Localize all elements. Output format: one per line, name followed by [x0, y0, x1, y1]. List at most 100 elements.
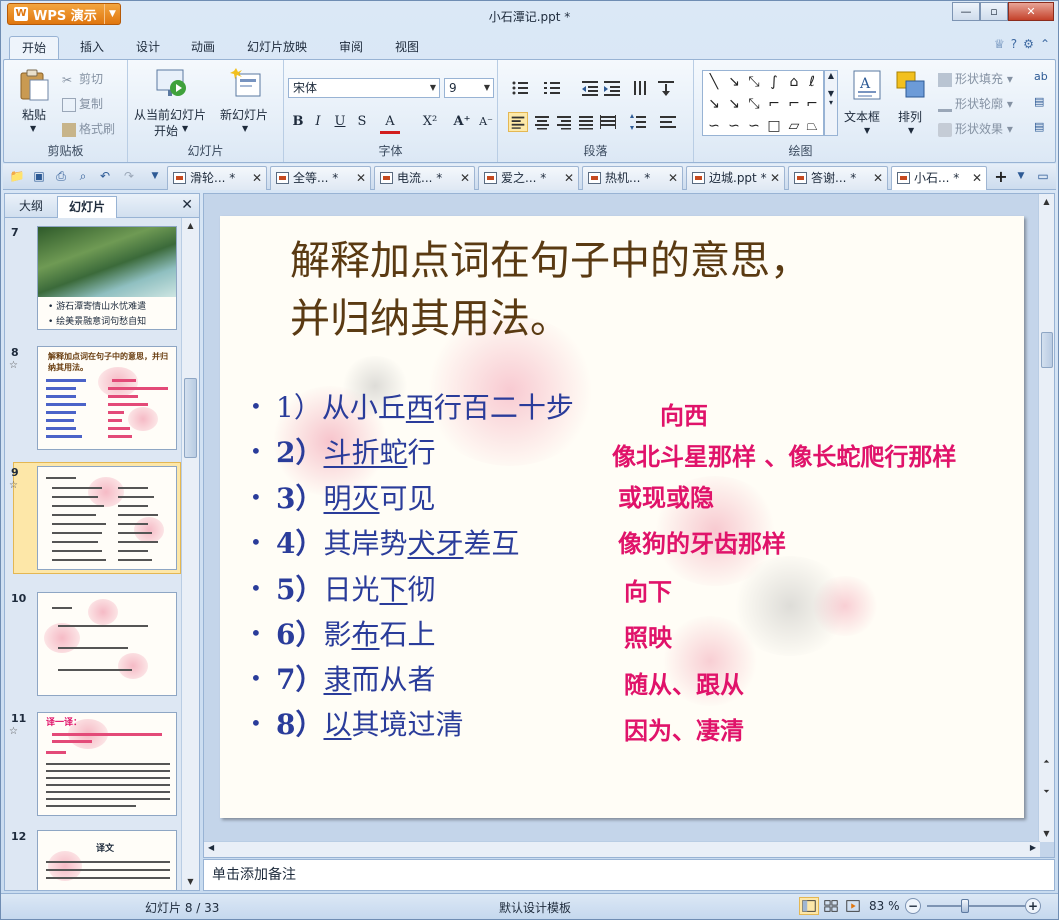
- doc-tab-active[interactable]: 小石... * ✕: [891, 166, 987, 190]
- shrink-font-button[interactable]: A⁻: [476, 112, 496, 132]
- window-layout-icon[interactable]: ▭: [1035, 168, 1051, 184]
- shape-outline-button[interactable]: 形状轮廓 ▾: [938, 95, 1013, 112]
- scroll-up-arrow-icon[interactable]: ▲: [1039, 194, 1054, 210]
- answer-8[interactable]: 因为、凄清: [624, 711, 744, 746]
- grow-font-button[interactable]: A⁺: [452, 112, 472, 132]
- cut-button[interactable]: ✂ 剪切: [62, 70, 103, 87]
- scroll-right-arrow-icon[interactable]: ▶: [1030, 843, 1036, 852]
- answer-3[interactable]: 或现或隐: [618, 478, 714, 513]
- step-arrow-icon[interactable]: ⌐: [785, 95, 803, 113]
- tab-outline[interactable]: 大纲: [9, 196, 53, 218]
- exercise-item-3[interactable]: • 3）明灭可见: [250, 477, 436, 521]
- maximize-button[interactable]: ▫: [980, 2, 1008, 21]
- textbox-button[interactable]: A 文本框 ▼: [844, 66, 890, 142]
- curve-shape-icon[interactable]: ∫: [765, 73, 783, 91]
- elbow-arrow-icon[interactable]: ↘: [725, 95, 743, 113]
- align-text-icon[interactable]: [656, 78, 676, 98]
- rectangle-shape-icon[interactable]: □: [765, 117, 783, 135]
- thumbnail-scrollbar[interactable]: ▲ ▼: [181, 218, 199, 890]
- normal-view-icon[interactable]: [799, 897, 819, 915]
- previous-slide-icon[interactable]: ⏶: [1039, 754, 1054, 770]
- font-size-select[interactable]: 9 ▼: [444, 78, 494, 98]
- text-fill-icon[interactable]: ▤: [1034, 120, 1044, 133]
- align-center-icon[interactable]: [532, 112, 552, 132]
- shapes-gallery-scroll[interactable]: ▲ ▼ ▾: [824, 70, 838, 136]
- tab-home[interactable]: 开始: [9, 36, 59, 60]
- paragraph-settings-icon[interactable]: [658, 112, 678, 132]
- step-double-arrow-icon[interactable]: ⌐: [803, 95, 821, 113]
- tab-view[interactable]: 视图: [383, 36, 431, 60]
- shapes-gallery[interactable]: ╲ ↘ ⤡ ∫ ⌂ ℓ ↘ ↘ ⤡ ⌐ ⌐ ⌐ ∽ ∽ ∽ □ ▱ ⏢: [702, 70, 824, 136]
- close-icon[interactable]: ✕: [668, 167, 678, 189]
- doc-tab-7[interactable]: 答谢... * ✕: [788, 166, 888, 190]
- doc-tab-3[interactable]: 电流... * ✕: [374, 166, 475, 190]
- step-connector-icon[interactable]: ⌐: [765, 95, 783, 113]
- scroll-down-arrow-icon[interactable]: ▼: [182, 874, 199, 890]
- options-icon[interactable]: ⚙: [1023, 37, 1034, 51]
- doc-tab-6[interactable]: 边城.ppt * ✕: [686, 166, 785, 190]
- close-icon[interactable]: ✕: [460, 167, 470, 189]
- scroll-down-arrow-icon[interactable]: ▼: [1039, 826, 1054, 842]
- answer-4[interactable]: 像狗的牙齿那样: [618, 524, 786, 559]
- zoom-out-button[interactable]: −: [905, 898, 921, 914]
- superscript-button[interactable]: X²: [420, 112, 440, 132]
- scroll-left-arrow-icon[interactable]: ◀: [208, 843, 214, 852]
- close-icon[interactable]: ✕: [564, 167, 574, 189]
- arrow-shape-icon[interactable]: ↘: [725, 73, 743, 91]
- open-folder-icon[interactable]: 📁: [9, 168, 25, 184]
- line-shape-icon[interactable]: ╲: [705, 73, 723, 91]
- help-icon[interactable]: ?: [1011, 37, 1017, 51]
- zoom-slider-track[interactable]: [927, 905, 1025, 907]
- tab-review[interactable]: 审阅: [327, 36, 375, 60]
- scroll-up-arrow-icon[interactable]: ▲: [182, 218, 199, 234]
- exercise-item-4[interactable]: • 4）其岸势犬牙差互: [250, 522, 520, 566]
- doc-tab-2[interactable]: 全等... * ✕: [270, 166, 371, 190]
- doc-tab-4[interactable]: 爱之... * ✕: [478, 166, 579, 190]
- curved-double-arrow-icon[interactable]: ∽: [745, 117, 763, 135]
- close-icon[interactable]: ✕: [873, 167, 883, 189]
- scrollbar-thumb[interactable]: [1041, 332, 1053, 368]
- close-icon[interactable]: ✕: [356, 167, 366, 189]
- answer-7[interactable]: 随从、跟从: [624, 665, 744, 700]
- slide-title[interactable]: 解释加点词在句子中的意思， 并归纳其用法。: [290, 232, 990, 348]
- ribbon-collapse-icon[interactable]: ⌃: [1040, 37, 1050, 51]
- decrease-indent-icon[interactable]: [580, 78, 600, 98]
- answer-2[interactable]: 像北斗星那样 、像长蛇爬行那样: [612, 437, 956, 472]
- bold-button[interactable]: B: [288, 112, 308, 132]
- exercise-item-8[interactable]: • 8）以其境过清: [250, 703, 464, 747]
- text-outline-icon[interactable]: ▤: [1034, 95, 1044, 108]
- tab-slides[interactable]: 幻灯片: [57, 196, 117, 218]
- distribute-icon[interactable]: [598, 112, 618, 132]
- save-icon[interactable]: ▣: [31, 168, 47, 184]
- shape-fill-button[interactable]: 形状填充 ▾: [938, 70, 1013, 87]
- underline-button[interactable]: U: [330, 112, 350, 132]
- current-slide[interactable]: 解释加点词在句子中的意思， 并归纳其用法。 • 1）从小丘西行百二十步 • 2）斗折…: [220, 216, 1024, 818]
- curved-connector-icon[interactable]: ∽: [705, 117, 723, 135]
- close-icon[interactable]: ✕: [252, 167, 262, 189]
- connector-icon[interactable]: ⤡: [745, 95, 763, 113]
- arrange-button[interactable]: 排列 ▼: [892, 66, 932, 142]
- bullet-list-icon[interactable]: [510, 78, 530, 98]
- font-name-select[interactable]: 宋体 ▼: [288, 78, 440, 98]
- print-icon[interactable]: ⎙: [53, 168, 69, 184]
- play-from-current-button[interactable]: 从当前幻灯片 开始 ▼: [132, 64, 212, 142]
- slide-thumbnail-8[interactable]: 解释加点词在句子中的意思，并归纳其用法。: [37, 346, 177, 450]
- editor-horizontal-scrollbar[interactable]: ◀ ▶: [204, 841, 1040, 857]
- tab-animation[interactable]: 动画: [178, 36, 228, 60]
- exercise-item-1[interactable]: • 1）从小丘西行百二十步: [250, 386, 574, 430]
- line-spacing-icon[interactable]: [628, 112, 648, 132]
- scrollbar-thumb[interactable]: [184, 378, 197, 458]
- slideshow-view-icon[interactable]: [843, 897, 863, 915]
- align-left-icon[interactable]: [508, 112, 528, 132]
- slide-thumbnail-12[interactable]: 译文: [37, 830, 177, 890]
- slide-thumbnail-11[interactable]: 译一译：: [37, 712, 177, 816]
- skin-icon[interactable]: ♕: [994, 37, 1005, 51]
- customize-toolbar-icon[interactable]: ▼: [147, 168, 163, 184]
- slide-thumbnail-list[interactable]: 7 • 游石潭寄情山水忧难遣 • 绘美景融意词句愁自知 8 ☆ 解释加点词在句子…: [5, 218, 181, 890]
- trapezoid-shape-icon[interactable]: ⏢: [803, 117, 821, 135]
- slide-thumbnail-7[interactable]: • 游石潭寄情山水忧难遣 • 绘美景融意词句愁自知: [37, 226, 177, 330]
- next-slide-icon[interactable]: ⏷: [1039, 784, 1054, 800]
- curved-arrow-icon[interactable]: ∽: [725, 117, 743, 135]
- redo-icon[interactable]: ↷: [121, 168, 137, 184]
- new-tab-button[interactable]: +: [991, 168, 1011, 186]
